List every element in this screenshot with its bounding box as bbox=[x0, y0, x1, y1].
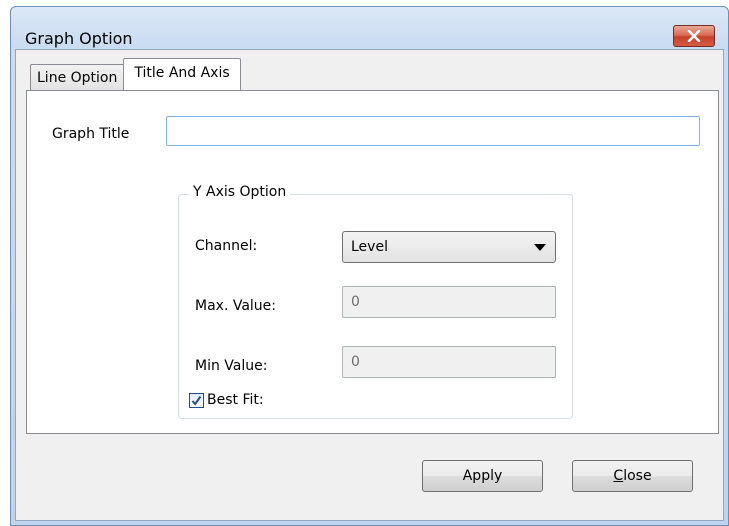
graph-title-input[interactable] bbox=[166, 116, 700, 146]
channel-dropdown[interactable]: Level bbox=[342, 231, 556, 263]
close-x-icon bbox=[687, 30, 701, 42]
min-value-label: Min Value: bbox=[195, 358, 268, 374]
dialog-client-area: Line Option Title And Axis Graph Title Y… bbox=[15, 49, 724, 521]
best-fit-label: Best Fit: bbox=[207, 392, 264, 408]
dialog-window: Graph Option Line Option Title And Axis … bbox=[10, 6, 729, 526]
tab-panel: Graph Title Y Axis Option Channel: Level… bbox=[26, 90, 719, 434]
tab-line-option[interactable]: Line Option bbox=[30, 64, 125, 90]
apply-button[interactable]: Apply bbox=[422, 460, 543, 492]
window-close-button[interactable] bbox=[673, 25, 715, 47]
tab-strip: Line Option Title And Axis bbox=[30, 58, 241, 90]
close-button[interactable]: Close bbox=[572, 460, 693, 492]
y-axis-option-group: Y Axis Option Channel: Level Max. Value:… bbox=[178, 184, 573, 419]
title-bar[interactable]: Graph Option bbox=[11, 7, 728, 49]
min-value-input[interactable] bbox=[342, 346, 556, 378]
chevron-down-icon bbox=[534, 244, 546, 251]
close-button-label: lose bbox=[623, 468, 652, 484]
best-fit-checkbox-row[interactable]: Best Fit: bbox=[189, 392, 264, 408]
tab-title-and-axis[interactable]: Title And Axis bbox=[123, 58, 241, 90]
max-value-input[interactable] bbox=[342, 286, 556, 318]
best-fit-checkbox[interactable] bbox=[189, 392, 204, 408]
max-value-label: Max. Value: bbox=[195, 298, 277, 314]
window-title: Graph Option bbox=[25, 29, 133, 48]
close-button-accelerator: C bbox=[613, 468, 624, 484]
checkmark-icon bbox=[191, 395, 202, 406]
y-axis-group-label: Y Axis Option bbox=[189, 184, 291, 200]
channel-selected-value: Level bbox=[351, 239, 388, 255]
channel-label: Channel: bbox=[195, 238, 258, 254]
graph-title-label: Graph Title bbox=[52, 126, 130, 142]
